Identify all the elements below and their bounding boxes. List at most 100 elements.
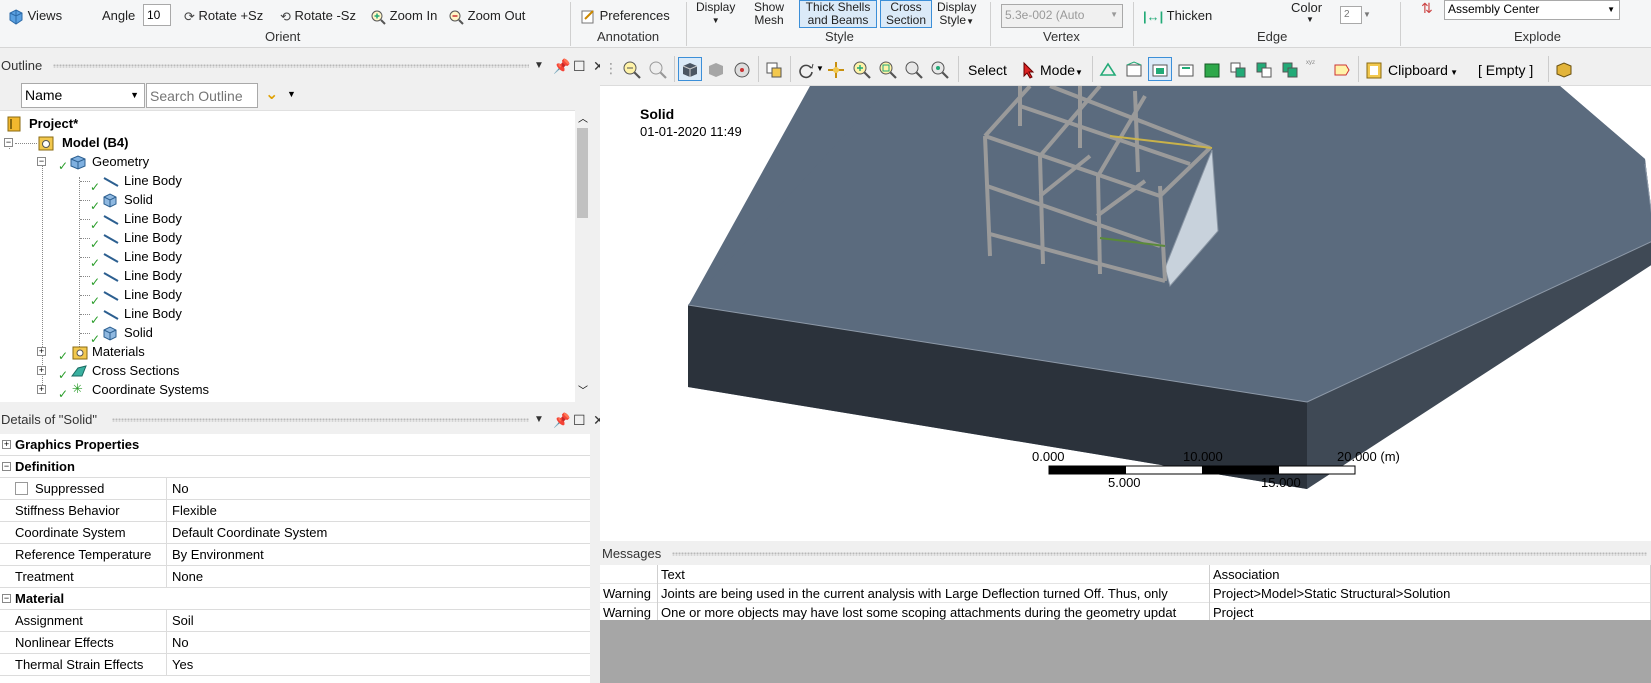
extend-adjacent-icon[interactable]: [1228, 60, 1248, 80]
scroll-down-icon[interactable]: ﹀: [578, 382, 588, 397]
tree-item-model[interactable]: − Model (B4): [0, 133, 570, 153]
display-button[interactable]: Display ▼: [696, 1, 735, 27]
panel-menu-icon[interactable]: ▼: [534, 409, 544, 431]
collapse-icon[interactable]: −: [2, 462, 11, 471]
tree-item-line-body[interactable]: ✓ Line Body: [0, 171, 570, 194]
tree-item-solid[interactable]: ✓ Solid: [0, 323, 570, 346]
extend-limits-icon[interactable]: [1254, 60, 1274, 80]
message-row[interactable]: Warning Joints are being used in the cur…: [600, 584, 1651, 603]
model-scene[interactable]: [600, 86, 1651, 541]
xyz-icon[interactable]: ˣʸᶻ: [1306, 58, 1315, 68]
col-header-type[interactable]: [600, 565, 658, 584]
select-label[interactable]: Select: [968, 62, 1007, 78]
select-mode-cursor-icon[interactable]: [1018, 60, 1038, 80]
tree-item-line-body[interactable]: ✓ Line Body: [0, 304, 570, 327]
details-row-nonlinear[interactable]: Nonlinear Effects No: [0, 632, 590, 654]
details-row-treatment[interactable]: Treatment None: [0, 566, 590, 588]
header-grip: [672, 552, 1647, 556]
details-row-thermal-strain[interactable]: Thermal Strain Effects Yes: [0, 654, 590, 676]
details-group-material[interactable]: − Material: [0, 588, 590, 610]
expand-icon[interactable]: +: [37, 347, 46, 356]
vertex-size-select[interactable]: 5.3e-002 (Auto ▼: [1001, 4, 1123, 28]
tree-item-materials[interactable]: + ✓ Materials: [0, 342, 570, 363]
tree-item-line-body[interactable]: ✓ Line Body: [0, 209, 570, 232]
views-button[interactable]: Views: [8, 8, 62, 25]
expand-icon[interactable]: +: [37, 385, 46, 394]
tree-item-solid[interactable]: ✓ Solid: [0, 190, 570, 213]
details-row-stiffness[interactable]: Stiffness Behavior Flexible: [0, 500, 590, 522]
expand-icon[interactable]: +: [37, 366, 46, 375]
tree-item-line-body[interactable]: ✓ Line Body: [0, 285, 570, 308]
zoom-icon[interactable]: [852, 60, 872, 80]
maximize-icon[interactable]: ☐: [573, 409, 586, 431]
details-row-reference-temperature[interactable]: Reference Temperature By Environment: [0, 544, 590, 566]
mode-dropdown[interactable]: Mode▼: [1040, 62, 1083, 78]
graphics-viewport[interactable]: Solid 01-01-2020 11:49 0.000 10.000 20.0…: [600, 86, 1651, 541]
rotate-plus-button[interactable]: ⟳ Rotate +Sz: [184, 8, 263, 25]
details-key: Assignment: [15, 610, 167, 631]
select-edge-icon[interactable]: [1124, 60, 1144, 80]
explode-select[interactable]: Assembly Center ▼: [1444, 0, 1620, 20]
box-zoom-icon[interactable]: [878, 60, 898, 80]
details-group-definition[interactable]: − Definition: [0, 456, 590, 478]
zoom-in-button[interactable]: Zoom In: [370, 8, 437, 25]
zoom-box-icon[interactable]: [648, 60, 668, 80]
display-style-button[interactable]: Display Style▼: [937, 1, 976, 28]
tree-item-coordinate-systems[interactable]: + ✓ ✳ Coordinate Systems: [0, 380, 570, 401]
body-green-icon[interactable]: [1202, 60, 1222, 80]
details-group-graphics[interactable]: + Graphics Properties: [0, 434, 590, 456]
box-select-icon[interactable]: [1554, 60, 1574, 80]
pin-icon[interactable]: 📌: [553, 409, 570, 431]
details-row-suppressed[interactable]: Suppressed No: [0, 478, 590, 500]
col-header-text[interactable]: Text: [658, 565, 1210, 584]
tree-item-line-body[interactable]: ✓ Line Body: [0, 228, 570, 251]
details-row-assignment[interactable]: Assignment Soil: [0, 610, 590, 632]
dropdown-arrow-icon[interactable]: ▼: [287, 89, 296, 99]
wireframe-icon[interactable]: [706, 60, 726, 80]
maximize-icon[interactable]: ☐: [573, 55, 586, 77]
collapse-icon[interactable]: −: [37, 157, 46, 166]
extend-instances-icon[interactable]: [1280, 60, 1300, 80]
zoom-out-button[interactable]: Zoom Out: [448, 8, 525, 25]
pin-icon[interactable]: 📌: [553, 55, 570, 77]
outline-name-select[interactable]: Name ▼: [21, 83, 145, 108]
details-row-coordinate-system[interactable]: Coordinate System Default Coordinate Sys…: [0, 522, 590, 544]
tree-item-geometry[interactable]: − ✓ Geometry: [0, 152, 570, 173]
angle-input[interactable]: 10: [143, 4, 171, 26]
tree-item-line-body[interactable]: ✓ Line Body: [0, 266, 570, 289]
zoom-fit-icon[interactable]: [904, 60, 924, 80]
zoom-to-fit-icon[interactable]: [622, 60, 642, 80]
rotate-icon[interactable]: [796, 60, 816, 80]
collapse-icon[interactable]: −: [2, 594, 11, 603]
show-vertices-icon[interactable]: [732, 60, 752, 80]
color-index-select[interactable]: 2: [1340, 6, 1362, 24]
tree-item-project[interactable]: Project*: [0, 114, 570, 134]
rotate-minus-button[interactable]: ⟲ Rotate -Sz: [280, 8, 356, 25]
panel-menu-icon[interactable]: ▼: [534, 55, 544, 77]
thicken-annotation-icon[interactable]: [764, 60, 784, 80]
messages-header-row: Text Association: [600, 565, 1651, 584]
col-header-association[interactable]: Association: [1210, 565, 1651, 584]
thicken-button[interactable]: |↔| Thicken: [1143, 8, 1212, 24]
clipboard-icon[interactable]: [1364, 60, 1384, 80]
outline-scrollbar[interactable]: ︿ ﹀: [575, 110, 590, 402]
tree-item-cross-sections[interactable]: + ✓ Cross Sections: [0, 361, 570, 382]
zoom-out-icon: [449, 10, 464, 25]
show-mesh-button[interactable]: Show Mesh: [754, 1, 784, 27]
magnifier-icon[interactable]: [930, 60, 950, 80]
dropdown-arrow-icon[interactable]: ▼: [816, 64, 824, 73]
preferences-button[interactable]: Preferences: [580, 8, 670, 25]
expand-chevron-icon[interactable]: ⌄: [265, 84, 278, 104]
clipboard-dropdown[interactable]: Clipboard ▼: [1388, 62, 1458, 78]
pan-icon[interactable]: [826, 60, 846, 80]
color-dropdown-icon[interactable]: ▼: [1306, 15, 1314, 24]
tree-item-line-body[interactable]: ✓ Line Body: [0, 247, 570, 270]
collapse-icon[interactable]: −: [4, 138, 13, 147]
select-body-icon[interactable]: [1176, 60, 1196, 80]
select-vertex-icon[interactable]: [1098, 60, 1118, 80]
expand-icon[interactable]: +: [2, 440, 11, 449]
scroll-thumb[interactable]: [577, 128, 588, 218]
outline-search-input[interactable]: [146, 83, 258, 108]
label-icon[interactable]: [1332, 60, 1352, 80]
scroll-up-icon[interactable]: ︿: [578, 110, 588, 125]
